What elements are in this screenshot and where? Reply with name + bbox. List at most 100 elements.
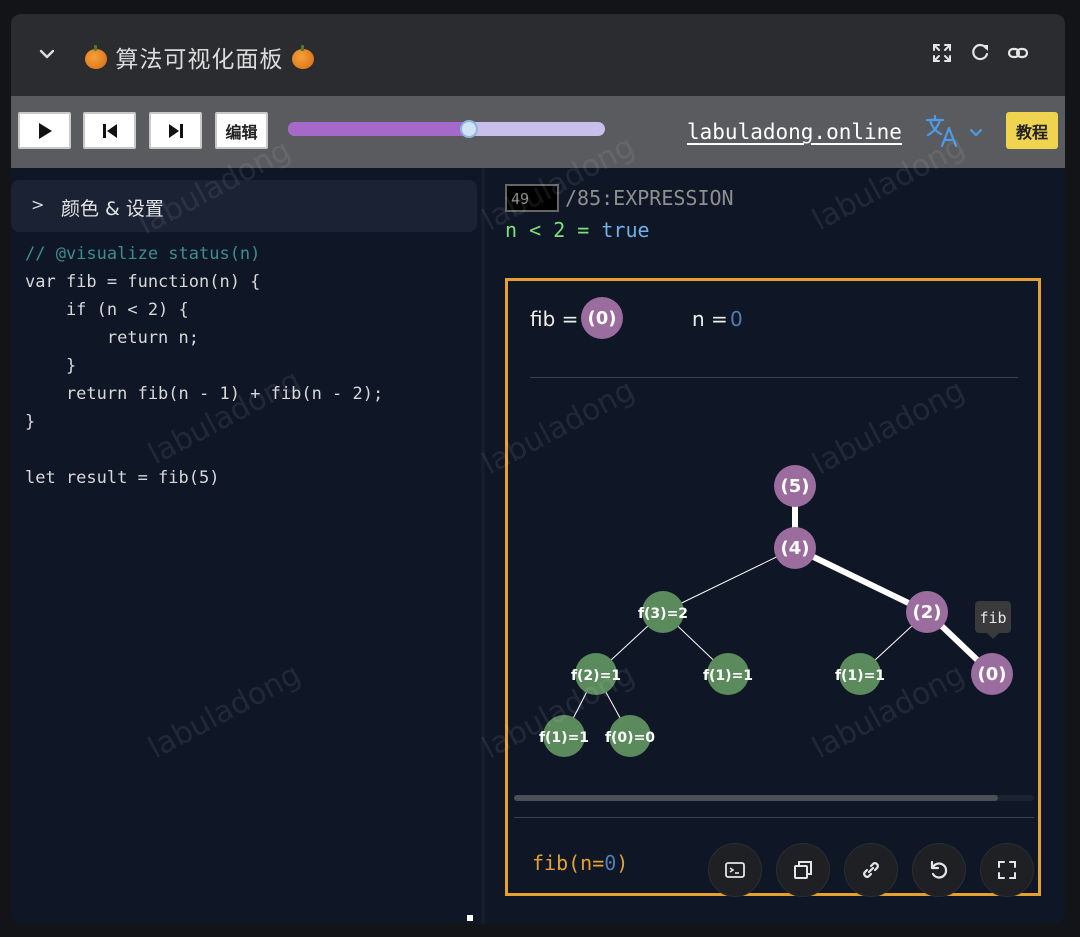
refresh-icon[interactable] <box>969 42 991 64</box>
visualization-pane: 49 /85:EXPRESSION n < 2 = true fib = (0)… <box>485 168 1065 924</box>
skip-forward-icon <box>168 123 183 138</box>
tree-node-label: f(0)=0 <box>605 730 655 746</box>
fullscreen-icon <box>998 861 1016 879</box>
n-var-value: 0 <box>730 307 743 331</box>
divider <box>514 817 1034 818</box>
panel-title-text: 算法可视化面板 <box>115 47 284 73</box>
copy-icon <box>794 861 812 879</box>
code-line: return n; <box>25 328 199 348</box>
tree-node-label: (5) <box>781 476 810 497</box>
tree-node[interactable]: (5) <box>774 465 816 507</box>
pumpkin-icon <box>291 45 314 69</box>
tree-edge <box>793 545 929 615</box>
tree-node[interactable]: (4) <box>774 527 816 569</box>
link-icon <box>863 862 879 878</box>
tree-node-label: (0) <box>978 664 1007 685</box>
pumpkin-icon <box>85 45 107 69</box>
call-text: fib(n= <box>532 851 605 875</box>
player-controls: 编辑 labuladong.online 教程 <box>11 96 1065 168</box>
tree-node[interactable]: f(3)=2 <box>638 591 688 633</box>
tree-node[interactable]: (0) <box>971 653 1013 695</box>
call-stack-entry: fib(n=0) <box>532 851 628 875</box>
visualization-frame: fib = (0) n = 0 (5) (4) f(3)=2(2) f(2)=1… <box>505 278 1041 896</box>
floating-actions <box>708 843 1034 897</box>
terminal-icon <box>725 862 745 878</box>
reset-button[interactable] <box>912 843 966 897</box>
expr-op: < <box>529 218 542 242</box>
panel-title: 算法可视化面板 <box>85 40 314 74</box>
code-line: if (n < 2) { <box>25 300 189 320</box>
code-line: ​ <box>25 436 383 464</box>
skip-back-icon <box>102 123 117 138</box>
tooltip-text: fib <box>979 609 1006 627</box>
tree-node[interactable]: f(1)=1 <box>835 653 885 695</box>
step-back-button[interactable] <box>83 112 136 149</box>
variables-row: fib = (0) n = 0 <box>530 297 1030 341</box>
call-close: ) <box>616 851 629 875</box>
progress-slider[interactable] <box>288 122 605 136</box>
scrollbar-thumb[interactable] <box>514 795 998 801</box>
fullscreen-icon[interactable] <box>931 42 953 64</box>
play-icon <box>38 122 52 139</box>
fib-var-node[interactable]: (0) <box>581 297 623 339</box>
horizontal-scrollbar[interactable] <box>514 795 1034 801</box>
resize-handle[interactable] <box>467 915 473 921</box>
code-pane: > 颜色 & 设置 // @visualize status(n) var fib… <box>11 168 481 924</box>
share-link-button[interactable] <box>844 843 898 897</box>
fib-var-label: fib = <box>530 307 579 331</box>
step-total: /85:EXPRESSION <box>565 186 734 210</box>
tree-edge <box>662 547 796 613</box>
tree-node-label: (4) <box>781 538 810 559</box>
node-tooltip: fib <box>975 601 1011 639</box>
console-button[interactable] <box>708 843 762 897</box>
fullscreen-button[interactable] <box>980 843 1034 897</box>
settings-label: 颜色 & 设置 <box>61 198 164 220</box>
undo-icon <box>930 860 948 879</box>
progress-knob[interactable] <box>459 120 478 138</box>
link-icon[interactable] <box>1007 42 1029 64</box>
copy-button[interactable] <box>776 843 830 897</box>
chevron-down-icon[interactable] <box>37 44 57 64</box>
settings-section[interactable]: > 颜色 & 设置 <box>11 180 477 232</box>
expression-line: n < 2 = true <box>505 218 650 242</box>
code-editor[interactable]: // @visualize status(n) var fib = functio… <box>25 240 383 492</box>
progress-fill <box>288 122 469 136</box>
tree-node[interactable]: f(0)=0 <box>605 715 655 757</box>
tree-node-label: (2) <box>913 602 942 623</box>
expr-rhs: 2 <box>553 218 566 242</box>
tree-node[interactable]: f(1)=1 <box>539 715 589 757</box>
play-button[interactable] <box>18 112 71 149</box>
expr-lhs: n <box>505 218 518 242</box>
code-line: } <box>25 356 77 376</box>
divider <box>530 377 1018 378</box>
site-link[interactable]: labuladong.online <box>687 120 902 144</box>
code-line: // @visualize status(n) <box>25 244 261 264</box>
edit-button[interactable]: 编辑 <box>215 112 268 149</box>
tree-node-label: f(1)=1 <box>835 668 885 684</box>
tree-node-label: f(3)=2 <box>638 606 688 622</box>
call-value: 0 <box>604 851 617 875</box>
tree-node-label: f(2)=1 <box>571 668 621 684</box>
visualizer-window: 算法可视化面板 编辑 labuladong.online 教程 > 颜色 & 设… <box>11 14 1065 924</box>
code-line: var fib = function(n) { <box>25 272 261 292</box>
chevron-right-icon: > <box>31 195 45 214</box>
translate-icon <box>925 114 983 148</box>
tree-node[interactable]: (2) <box>906 591 948 633</box>
expr-eq: = <box>577 218 590 242</box>
code-line: } <box>25 412 36 432</box>
tree-nodes: (5) (4) f(3)=2 (2) f(2)=1 f(1)=1 f(1)=1 (0) f(1)… <box>539 465 1013 757</box>
step-input[interactable]: 49 <box>505 184 559 212</box>
title-bar: 算法可视化面板 <box>11 14 1065 96</box>
expr-result: true <box>601 218 650 242</box>
n-var-label: n = <box>692 307 728 331</box>
title-actions <box>931 42 1029 64</box>
recursion-tree: (5) (4) f(3)=2 (2) f(2)=1 f(1)=1 f(1)=1 (0) f(1)… <box>539 465 1013 757</box>
tree-node-label: f(1)=1 <box>539 730 589 746</box>
tree-node-label: f(1)=1 <box>703 668 753 684</box>
tree-node[interactable]: f(1)=1 <box>703 653 753 695</box>
tutorial-button[interactable]: 教程 <box>1006 112 1058 149</box>
step-forward-button[interactable] <box>149 112 202 149</box>
tree-node[interactable]: f(2)=1 <box>571 653 621 695</box>
code-line: let result = fib(5) <box>25 468 220 488</box>
translate-button[interactable] <box>925 114 989 150</box>
